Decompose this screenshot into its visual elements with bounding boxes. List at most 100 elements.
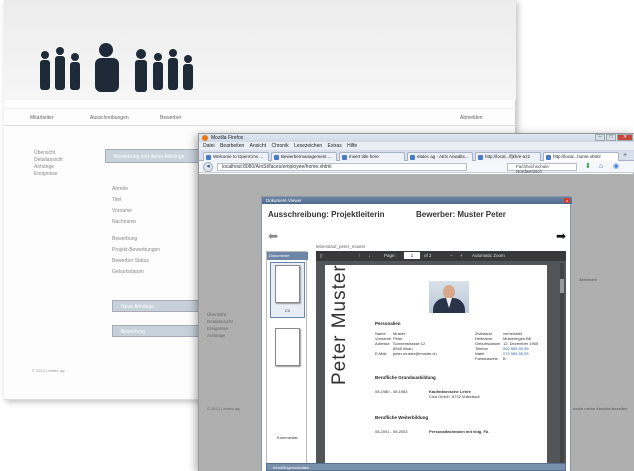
favicon-icon	[274, 155, 279, 160]
page-logout[interactable]: Abmelden	[579, 277, 597, 282]
banner	[4, 0, 516, 100]
maximize-button[interactable]: □	[606, 134, 616, 141]
zoom-select[interactable]: Automatic Zoom	[472, 253, 505, 258]
footer-label: Inhalt/Eigenschaften	[273, 465, 310, 470]
menu-bar: Datei Bearbeiten Ansicht Chronik Lesezei…	[199, 142, 634, 150]
background-nav: Mitarbeiter Ausschreibungen Bewerber Abm…	[4, 108, 516, 126]
sidebar-toggle-icon[interactable]: ▯	[320, 253, 322, 259]
page-right-text: sowie meine Abschiedesseiten	[573, 406, 628, 411]
cv-value: peter.muster@muster.ch	[393, 351, 437, 356]
dialog-footer-bar[interactable]: Inhalt/Eigenschaften	[266, 463, 566, 471]
section-basic-training: Berufliche Grundausbildung	[375, 375, 436, 380]
menu-bookmarks[interactable]: Lesezeichen	[294, 143, 322, 149]
home-icon[interactable]: ⌂	[599, 163, 603, 171]
title-bar: Mozilla Firefox – □ ✕	[199, 134, 634, 142]
new-attachments-button[interactable]: Neue Anhänge	[112, 300, 212, 312]
field-label: Geburtsdatum	[112, 269, 144, 275]
tab-label: http://local...home.xhtml	[553, 154, 601, 159]
minimize-button[interactable]: –	[595, 134, 605, 141]
cv-label: Fahrausweis	[475, 356, 498, 361]
sidebar-item[interactable]: Detailansicht	[34, 157, 63, 164]
menu-history[interactable]: Chronik	[271, 143, 288, 149]
thumbnail-label: CV	[284, 308, 291, 313]
nav-bewerber[interactable]: Bewerber	[160, 115, 181, 121]
menu-view[interactable]: Ansicht	[250, 143, 266, 149]
page-sidebar-item[interactable]: Anhänge	[207, 333, 225, 338]
page-sidebar-item[interactable]: Ereignisse	[207, 326, 228, 331]
menu-file[interactable]: Datei	[203, 143, 215, 149]
window-title: Mozilla Firefox	[211, 135, 244, 141]
background-sidebar: Übersicht Detailansicht Anhänge Ereignis…	[34, 150, 63, 178]
page-sidebar-item[interactable]: Detailansicht	[207, 319, 233, 324]
page-footer: © 2012 | elatec ag	[207, 406, 240, 411]
url-bar[interactable]: localhost:8080/AmSt/faces/employee/home.…	[217, 163, 467, 171]
search-input[interactable]: Fachhochschule Nordwestsch	[507, 163, 577, 174]
thumbnail-pane: Dokumente CV Kommentar	[266, 251, 308, 469]
browser-tab[interactable]: Insert title here	[339, 152, 405, 161]
cv-title: Personalfachmann mit eidg. FA	[429, 429, 489, 434]
page-up-icon[interactable]: ↑	[358, 253, 360, 258]
dialog-header: Dokument-Viewer x	[262, 197, 572, 204]
close-window-button[interactable]: ✕	[617, 134, 633, 141]
tab-bar: Welcome to OpenCms ... Bewerbermanagemen…	[199, 150, 634, 161]
browser-tab[interactable]: Welcome to OpenCms ...	[203, 152, 269, 161]
dialog-title: Dokument-Viewer	[266, 198, 302, 203]
page-sidebar-item[interactable]: Übersicht	[207, 312, 226, 317]
tab-label: elatec ag - AES Anwalts...	[417, 154, 469, 159]
nav-abmelden[interactable]: Abmelden	[460, 115, 483, 121]
arrow-left-icon[interactable]: ⬅	[268, 229, 278, 243]
arrow-right-icon[interactable]: ➡	[556, 229, 566, 243]
cv-thumbnail[interactable]	[275, 265, 300, 303]
menu-edit[interactable]: Bearbeiten	[220, 143, 244, 149]
favicon-icon	[410, 155, 415, 160]
browser-tab[interactable]: elatec ag - AES Anwalts...	[407, 152, 473, 161]
form-header: Bewerbung und deren Anhänge	[114, 154, 185, 160]
nav-ausschreibungen[interactable]: Ausschreibungen	[90, 115, 129, 121]
tab-label: Insert title here	[349, 154, 379, 159]
scrollbar-thumb[interactable]	[560, 279, 564, 293]
browser-tab[interactable]: http://local...ffjkh/e-az2	[475, 152, 541, 161]
firefox-window: Mozilla Firefox – □ ✕ Datei Bearbeiten A…	[198, 133, 634, 471]
favicon-icon	[342, 155, 347, 160]
browser-tab-active[interactable]: http://local...home.xhtml	[543, 152, 619, 161]
pdf-scrollbar[interactable]	[560, 263, 564, 463]
sidebar-item[interactable]: Anhänge	[34, 164, 63, 171]
comment-thumbnail[interactable]	[275, 328, 300, 366]
vertical-name: Peter Muster	[329, 264, 350, 385]
new-tab-button[interactable]: +	[623, 152, 627, 159]
page-content: Übersicht Detailansicht Ereignisse Anhän…	[199, 174, 634, 471]
bewerber-label: Bewerber: Muster Peter	[416, 210, 506, 219]
nav-mitarbeiter[interactable]: Mitarbeiter	[30, 115, 54, 121]
button-label: Neue Anhänge	[121, 304, 155, 310]
download-icon[interactable]: ⬇	[585, 163, 591, 171]
pdf-page: Peter Muster Personalien Name Muster Vor…	[325, 264, 547, 469]
menu-help[interactable]: Hilfe	[347, 143, 357, 149]
close-icon[interactable]: x	[564, 198, 570, 203]
field-label: Bewerber Status	[112, 258, 149, 264]
rating-button[interactable]: Bewertung	[112, 325, 212, 337]
tab-label: Welcome to OpenCms ...	[213, 154, 264, 159]
page-number-input[interactable]: 1	[404, 252, 420, 259]
cv-label: Adresse	[375, 341, 390, 346]
browser-tab[interactable]: Bewerbermanagement ...	[271, 152, 337, 161]
skype-icon[interactable]: ◉	[613, 163, 619, 171]
favicon-icon	[206, 155, 211, 160]
business-people-image	[40, 43, 193, 92]
favicon-icon	[546, 155, 551, 160]
zoom-in-icon[interactable]: +	[460, 253, 463, 258]
menu-tools[interactable]: Extras	[328, 143, 342, 149]
button-label: Bewertung	[121, 329, 145, 335]
sidebar-item[interactable]: Übersicht	[34, 150, 63, 157]
tab-label: http://local...ffjkh/e-az2	[485, 154, 530, 159]
section-personal: Personalien	[375, 321, 401, 326]
navigation-bar: ◂ localhost:8080/AmSt/faces/employee/hom…	[199, 161, 634, 174]
ausschreibung-label: Ausschreibung: Projektleiterin	[268, 210, 385, 219]
field-label: Nachname	[112, 219, 137, 225]
cv-date: 08.2001 - 06.2003	[375, 429, 408, 434]
background-footer: © 2012 | elatec ag	[32, 368, 65, 373]
back-button[interactable]: ◂	[203, 162, 213, 172]
favicon-icon	[478, 155, 483, 160]
page-down-icon[interactable]: ↓	[368, 253, 370, 258]
sidebar-item[interactable]: Ereignisse	[34, 171, 63, 178]
zoom-out-icon[interactable]: −	[450, 253, 453, 258]
